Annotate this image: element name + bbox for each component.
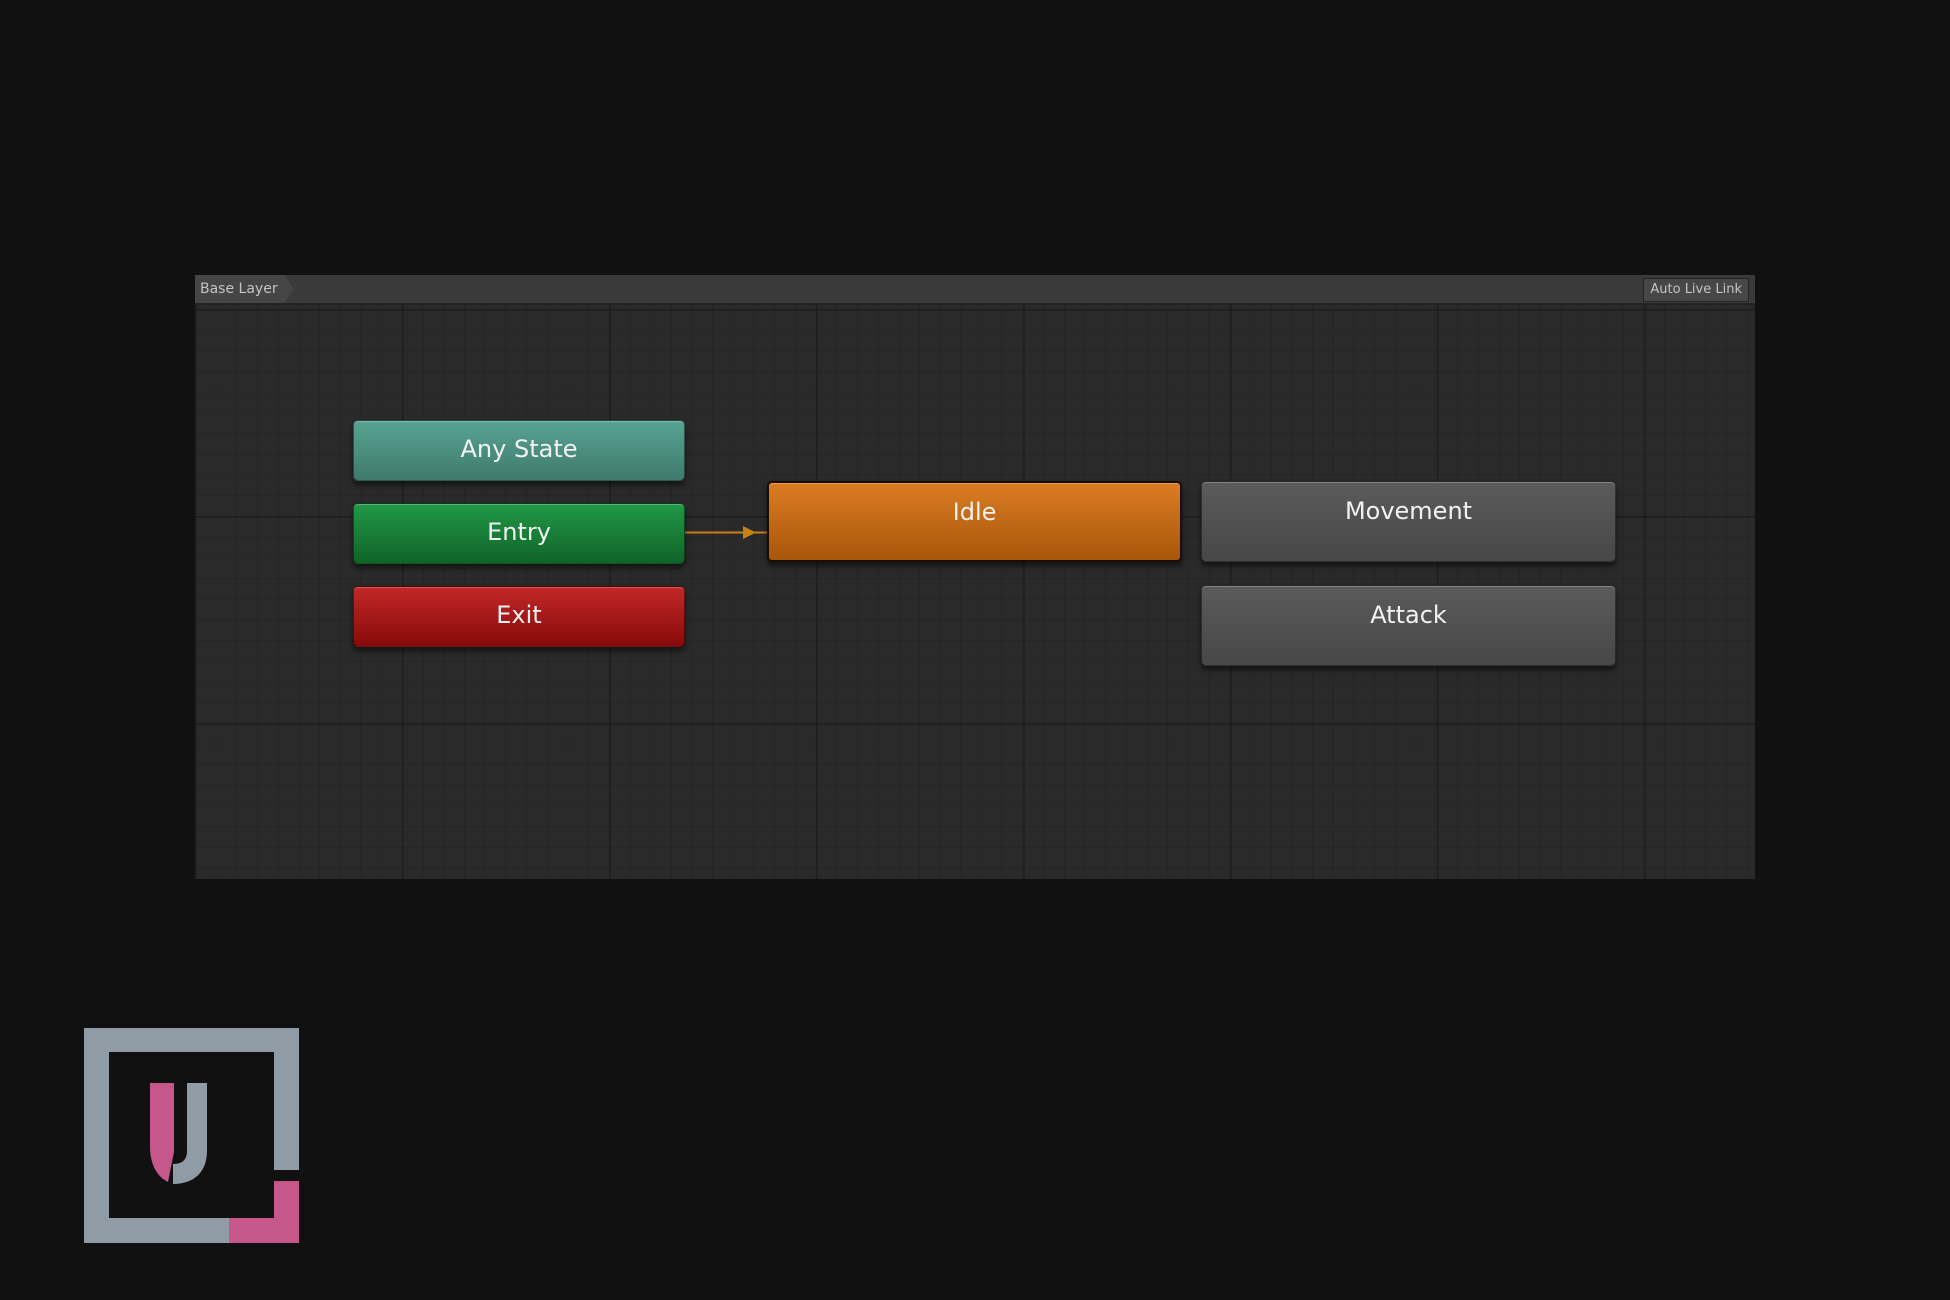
idle-state-node[interactable]: Idle	[767, 481, 1182, 562]
any-state-node[interactable]: Any State	[353, 420, 685, 481]
exit-label: Exit	[496, 601, 542, 629]
movement-label: Movement	[1344, 497, 1473, 525]
idle-label: Idle	[952, 498, 997, 526]
u-bracket-logo-icon	[84, 1028, 299, 1243]
animator-window: Base Layer Auto Live Link Any State Entr…	[195, 275, 1755, 879]
entry-to-idle-transition[interactable]	[195, 275, 1755, 879]
logo-corner-accent	[229, 1181, 299, 1243]
movement-state-node[interactable]: Movement	[1201, 481, 1616, 562]
logo-u-left	[150, 1083, 174, 1182]
transition-arrowhead	[743, 526, 756, 539]
logo-u-right	[173, 1083, 207, 1184]
any-state-label: Any State	[460, 435, 578, 463]
attack-label: Attack	[1370, 601, 1447, 629]
exit-node[interactable]: Exit	[353, 586, 685, 647]
attack-state-node[interactable]: Attack	[1201, 585, 1616, 666]
entry-label: Entry	[487, 518, 551, 546]
entry-node[interactable]: Entry	[353, 503, 685, 564]
